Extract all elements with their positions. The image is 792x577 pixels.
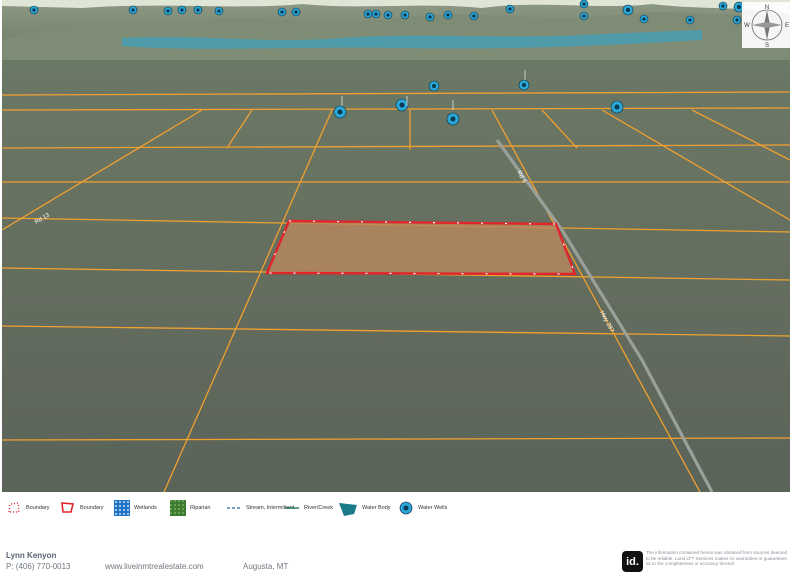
water-well-icon-center — [366, 12, 370, 16]
water-well-icon-center — [625, 7, 631, 13]
water-well-icon-center — [582, 14, 586, 18]
water-well-icon-center — [736, 4, 742, 10]
water-well-icon-center — [508, 7, 512, 11]
water-well-icon-center — [446, 13, 450, 17]
compass-rose[interactable]: N E S W — [742, 2, 790, 48]
land-id-logo: id. — [622, 551, 643, 572]
legend-label: Boundary — [26, 504, 50, 511]
water-body-icon — [338, 500, 358, 516]
legend-label: Water Wells — [418, 504, 448, 511]
water-well-icon-center — [472, 14, 476, 18]
legend-label: Wetlands — [134, 504, 157, 511]
stream-intermittent-icon — [226, 500, 242, 516]
water-well-icon-center — [431, 83, 437, 89]
water-well-icon-center — [614, 104, 620, 110]
water-well-icon-center — [280, 10, 284, 14]
riparian-icon — [170, 500, 186, 516]
water-well-icon-center — [337, 109, 343, 115]
map-view[interactable]: Rd 4 Hwy 287 Rd 13 N E S W — [2, 0, 790, 492]
compass-north: N — [765, 5, 769, 11]
legend-label: Boundary — [80, 504, 104, 511]
wetlands-icon — [114, 500, 130, 516]
aerial-terrain: Rd 4 Hwy 287 Rd 13 — [2, 0, 790, 492]
dotted-boundary-icon — [6, 500, 22, 516]
water-well-icon-center — [386, 13, 390, 17]
water-well-icon-center — [399, 102, 405, 108]
map-legend: Boundary Boundary Wetlands Riparian Stre… — [0, 494, 792, 524]
footer: Lynn Kenyon P: (406) 770-0013 www.livein… — [0, 548, 792, 577]
water-well-icon-center — [294, 10, 298, 14]
water-well-icon-center — [428, 15, 432, 19]
water-well-icon-center — [32, 8, 36, 12]
legend-label: Riparian — [190, 504, 211, 511]
legend-label: Water Body — [362, 504, 391, 511]
legend-item-water-wells: Water Wells — [398, 500, 447, 516]
compass-south: S — [765, 43, 769, 48]
legend-item-water-body: Water Body — [338, 500, 391, 516]
agent-city: Augusta, MT — [243, 562, 289, 571]
water-well-icon-center — [180, 8, 184, 12]
water-well-icon-center — [582, 2, 586, 6]
legend-label: River/Creek — [304, 504, 334, 511]
legend-item-dotted-boundary: Boundary — [6, 500, 50, 516]
compass-icon: N E S W — [744, 5, 789, 48]
water-well-icon-center — [196, 8, 200, 12]
legend-item-river-creek: River/Creek — [284, 500, 333, 516]
water-well-icon-center — [642, 17, 646, 21]
water-well-icon-center — [521, 82, 527, 88]
water-well-icon — [398, 500, 414, 516]
water-well-icon-center — [688, 18, 692, 22]
water-well-icon-center — [374, 12, 378, 16]
compass-east: E — [785, 23, 789, 29]
disclaimer-text: The information contained herein was obt… — [646, 550, 788, 566]
compass-west: W — [744, 23, 750, 29]
water-well-icon-center — [450, 116, 456, 122]
water-well-icon-center — [721, 4, 725, 8]
water-well-icon-center — [131, 8, 135, 12]
agent-website-link[interactable]: www.liveinmtrealestate.com — [105, 562, 204, 571]
agent-phone[interactable]: P: (406) 770-0013 — [6, 562, 71, 571]
legend-item-parcel-boundary: Boundary — [60, 500, 104, 516]
legend-item-wetlands: Wetlands — [114, 500, 157, 516]
parcel-boundary-icon — [60, 500, 76, 516]
river-creek-icon — [284, 500, 300, 516]
water-well-icon-center — [735, 18, 739, 22]
agent-name: Lynn Kenyon — [6, 551, 57, 560]
water-well-icon-center — [166, 9, 170, 13]
parcel-fill[interactable] — [267, 221, 575, 274]
water-well-icon-center — [403, 13, 407, 17]
water-well-icon-center — [217, 9, 221, 13]
legend-item-riparian: Riparian — [170, 500, 210, 516]
